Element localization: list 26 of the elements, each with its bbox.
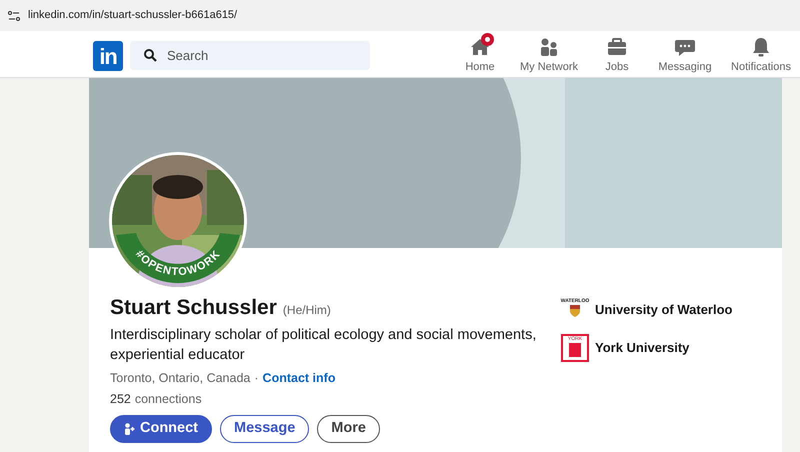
more-button[interactable]: More <box>317 415 380 443</box>
nav-item[interactable]: Jobs <box>586 36 648 76</box>
address-bar-url[interactable]: linkedin.com/in/stuart-schussler-b661a615/ <box>28 7 238 24</box>
search-icon <box>144 49 157 62</box>
school-name[interactable]: University of Waterloo <box>595 300 732 320</box>
nav-item[interactable]: Notifications <box>722 36 800 76</box>
linkedin-logo[interactable]: in <box>93 40 123 70</box>
connections-label: connections <box>134 391 202 408</box>
nav-item[interactable]: Home <box>448 36 512 76</box>
nav-item[interactable]: Messaging <box>648 36 722 76</box>
connect-button[interactable]: Connect <box>110 415 212 443</box>
school-name[interactable]: York University <box>595 338 690 358</box>
separator: · <box>254 370 259 386</box>
nav-item[interactable]: My Network <box>512 36 586 76</box>
connections-count: 252 <box>110 391 131 408</box>
location: Toronto, Ontario, Canada <box>110 370 250 386</box>
profile-headline: Interdisciplinary scholar of political ecology and social movements, experiential educator <box>110 326 538 364</box>
message-button[interactable]: Message <box>220 415 310 443</box>
profile-name: Stuart Schussler <box>110 295 277 321</box>
pronouns: (He/Him) <box>282 302 331 319</box>
add-person-icon <box>124 423 135 435</box>
search-field[interactable]: Search <box>130 41 370 70</box>
contact-info-link[interactable]: Contact info <box>262 368 336 388</box>
bell-icon <box>750 36 772 58</box>
site-settings-icon[interactable] <box>8 10 20 20</box>
people-icon <box>538 36 560 58</box>
